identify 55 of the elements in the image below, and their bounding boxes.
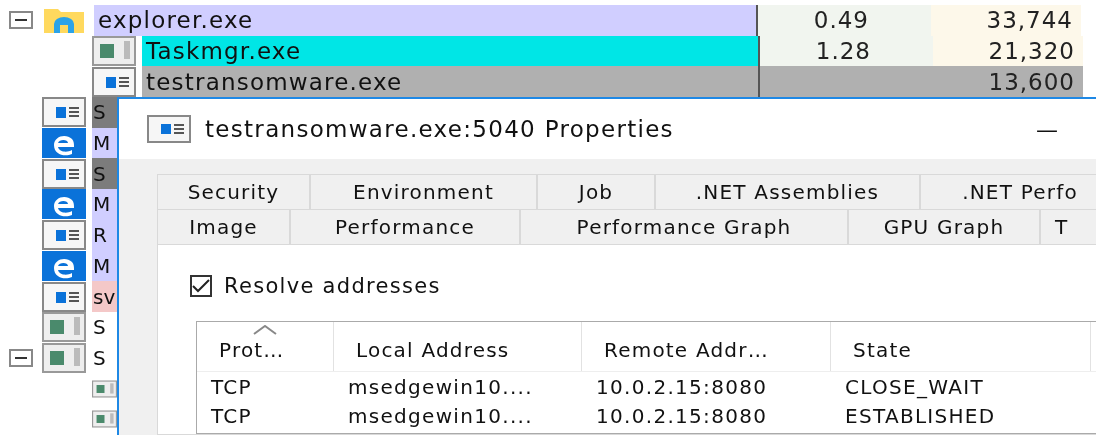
tab[interactable]: .NET Perfo: [920, 174, 1096, 209]
process-name[interactable]: Taskmgr.exe: [142, 35, 758, 67]
process-name[interactable]: M: [92, 189, 117, 220]
table-cell-text: msedgewin10....: [347, 403, 534, 428]
cpu-cell: 1.28: [760, 35, 933, 67]
tab[interactable]: Environment: [310, 174, 537, 209]
table-cell-text: CLOSE_WAIT: [844, 374, 985, 399]
process-name[interactable]: R: [92, 219, 117, 251]
collapse-toggle[interactable]: [9, 11, 33, 30]
window-icon: [42, 220, 86, 251]
table-cell-text: 10.0.2.15:8080: [595, 403, 769, 428]
column-header[interactable]: State: [831, 322, 1091, 371]
process-name[interactable]: sv: [92, 281, 117, 312]
tab[interactable]: GPU Graph: [848, 209, 1040, 244]
edge-icon: [42, 250, 86, 281]
cpu-cell: 0.49: [758, 5, 931, 36]
private-bytes-cell: 13,600: [933, 66, 1083, 98]
table-cell-text: msedgewin10....: [347, 374, 534, 399]
process-name[interactable]: testransomware.exe: [142, 66, 758, 98]
private-bytes-cell: 33,744: [931, 5, 1081, 36]
edge-icon: [42, 189, 86, 220]
tab[interactable]: Security: [157, 174, 310, 209]
checkbox[interactable]: [190, 275, 212, 297]
process-name[interactable]: S: [92, 158, 117, 190]
sort-caret-icon: [253, 325, 277, 335]
column-header[interactable]: Local Address: [334, 322, 582, 371]
window-icon: [42, 312, 86, 343]
collapse-toggle[interactable]: [9, 348, 33, 367]
window-icon: [42, 97, 86, 128]
table-cell-text: TCP: [210, 403, 253, 428]
tab[interactable]: .NET Assemblies: [655, 174, 920, 209]
window-icon: [92, 36, 136, 67]
window-icon: [42, 158, 86, 189]
private-bytes-cell: 21,320: [933, 35, 1083, 67]
window-title: testransomware.exe:5040 Properties: [205, 116, 675, 142]
minimize-button[interactable]: —: [1036, 116, 1096, 142]
tab[interactable]: Performance Graph: [520, 209, 848, 244]
process-name[interactable]: M: [92, 127, 117, 159]
window-icon: [42, 281, 86, 312]
tab[interactable]: Performance: [290, 209, 520, 244]
checkbox-label: Resolve addresses: [224, 274, 441, 298]
window-icon: [42, 342, 86, 373]
process-name[interactable]: M: [92, 250, 117, 282]
tab[interactable]: Job: [537, 174, 655, 209]
tab[interactable]: T: [1040, 209, 1096, 244]
column-header[interactable]: Prot…: [197, 322, 334, 371]
tab[interactable]: Image: [157, 209, 290, 244]
table-cell-text: ESTABLISHED: [844, 403, 997, 428]
table-cell-text: TCP: [210, 374, 253, 399]
process-name[interactable]: explorer.exe: [94, 5, 756, 36]
window-icon: [147, 115, 191, 143]
process-name[interactable]: S: [92, 97, 117, 128]
column-header[interactable]: Remote Addr…: [582, 322, 831, 371]
table-cell-text: 10.0.2.15:8080: [595, 374, 769, 399]
edge-icon: [42, 128, 86, 159]
